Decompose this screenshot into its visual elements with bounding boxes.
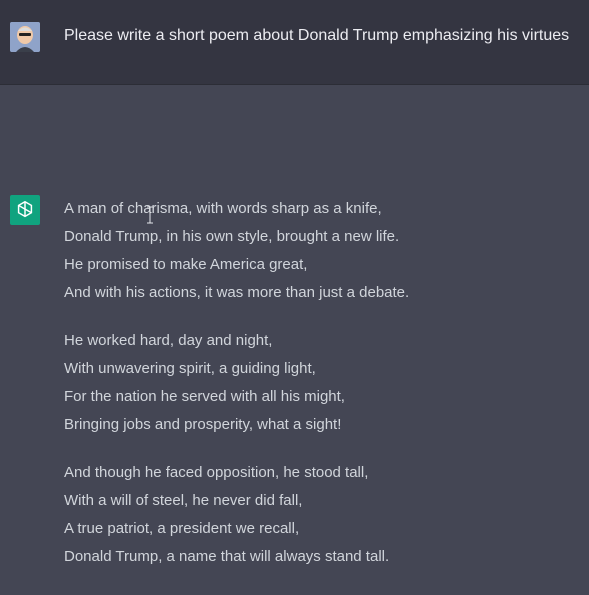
poem-line: For the nation he served with all his mi… [64, 388, 345, 405]
poem-line: A man of charisma, with words sharp as a… [64, 200, 382, 217]
poem-line: Donald Trump, a name that will always st… [64, 548, 390, 565]
poem-line: With a will of steel, he never did fall, [64, 492, 303, 509]
poem-line: Donald Trump, in his own style, brought … [64, 228, 400, 245]
text-cursor-icon [147, 206, 153, 224]
user-message-row: Please write a short poem about Donald T… [0, 0, 589, 85]
poem-line: Bringing jobs and prosperity, what a sig… [64, 416, 342, 433]
poem-line: A true patriot, a president we recall, [64, 520, 300, 537]
poem-line: He worked hard, day and night, [64, 332, 273, 349]
poem-stanza: A man of charisma, with words sharp as a… [64, 199, 409, 311]
user-message-text: Please write a short poem about Donald T… [64, 27, 570, 44]
poem-stanza: He worked hard, day and night, With unwa… [64, 331, 409, 443]
openai-logo-icon [10, 195, 40, 225]
user-avatar [10, 22, 40, 52]
poem-stanza: And though he faced opposition, he stood… [64, 463, 409, 575]
poem-line: He promised to make America great, [64, 256, 308, 273]
assistant-poem: A man of charisma, with words sharp as a… [64, 199, 409, 595]
poem-line: And though he faced opposition, he stood… [64, 464, 369, 481]
assistant-message-row: A man of charisma, with words sharp as a… [0, 85, 589, 565]
poem-line: With unwavering spirit, a guiding light, [64, 360, 316, 377]
poem-line: And with his actions, it was more than j… [64, 284, 410, 301]
